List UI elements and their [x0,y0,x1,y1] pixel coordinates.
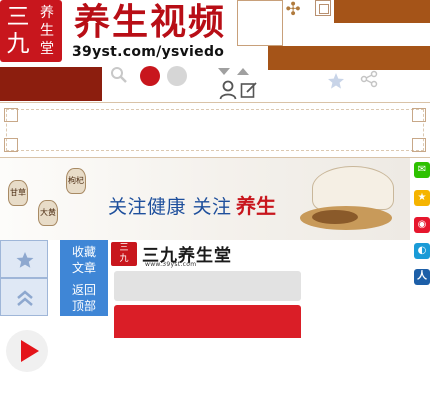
content-placeholder-bar[interactable] [114,271,301,301]
ornament-corner-icon [4,138,18,152]
ornamental-banner [0,102,430,158]
favorite-label: 收藏 文章 [71,245,96,275]
play-button[interactable] [6,330,48,372]
chinese-knot-icon: ✣ [285,0,301,20]
user-icon[interactable] [219,80,237,100]
back-top-link[interactable]: 返回 顶部 [60,282,108,314]
herb-sack-label: 枸杞 [68,176,84,185]
gray-dot-button[interactable] [167,66,187,86]
favorite-star-button[interactable] [0,240,48,278]
wechat-icon[interactable]: ✉ [414,162,430,178]
search-icon[interactable] [110,66,128,84]
herb-nuts [312,210,358,224]
lattice-icon [315,0,331,16]
ornament-corner-icon [412,138,426,152]
wood-beam-left [0,67,102,101]
share-icon[interactable] [360,70,378,88]
qzone-icon[interactable]: ★ [414,190,430,206]
triangle-up-icon [237,68,249,75]
red-content-block[interactable] [114,305,301,338]
logo-seal-small-text: 养生堂 [40,5,54,57]
site-title[interactable]: 养生视频 [74,0,226,44]
decor-frame [237,0,283,46]
triangle-down-icon [218,68,230,75]
herb-sack-label: 甘草 [10,188,26,197]
wood-beam-top [334,0,430,23]
logo-seal-big-text: 三九 [6,4,30,57]
site-url[interactable]: 39yst.com/ysviedo [72,44,224,60]
star-icon[interactable] [327,72,345,90]
banner-slogan-brand: 养生 [236,194,276,218]
brand-seal-text: 三九 [119,243,129,264]
edit-icon[interactable] [240,81,258,99]
brand-url: www.39yst.com [145,261,197,268]
wood-beam-middle [268,46,430,70]
float-action-panel: 收藏 文章 返回 顶部 [60,240,108,316]
red-dot-button[interactable] [140,66,160,86]
ornament-corner-icon [4,108,18,122]
herb-sack: 枸杞 [66,168,86,194]
double-chevron-up-icon [17,290,33,306]
star-icon [16,252,34,268]
herb-sack-label: 大黄 [40,208,56,217]
back-top-label: 返回 顶部 [71,283,96,313]
tencent-weibo-icon[interactable]: ◐ [414,243,430,259]
weibo-icon[interactable]: ◉ [414,217,430,233]
ornament-corner-icon [412,108,426,122]
herb-sack: 大黄 [38,200,58,226]
back-to-top-button[interactable] [0,278,48,316]
herb-basket [312,166,394,210]
herb-sack: 甘草 [8,180,28,206]
favorite-article-link[interactable]: 收藏 文章 [60,244,108,276]
banner-slogan: 关注健康 关注 [108,196,232,218]
renren-icon[interactable]: 人 [414,269,430,285]
